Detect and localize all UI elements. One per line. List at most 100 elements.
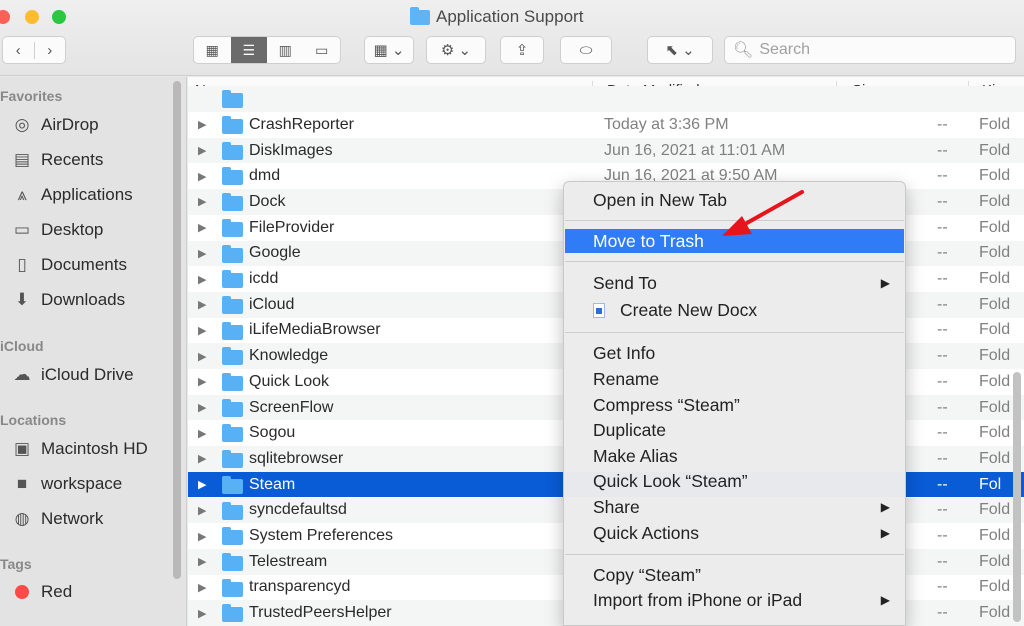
disclosure-triangle-icon[interactable]: ▶ xyxy=(198,555,206,568)
sidebar-tag-red[interactable]: Red xyxy=(10,582,72,602)
sidebar-section-locations: Locations xyxy=(0,412,67,428)
action-gear-button[interactable]: ⚙ ⌄ xyxy=(426,36,486,64)
list-view-button[interactable]: ☰ xyxy=(230,37,267,63)
disclosure-triangle-icon[interactable]: ▶ xyxy=(198,452,206,465)
sidebar-item-macintosh-hd[interactable]: ▣ Macintosh HD xyxy=(10,438,148,460)
sidebar-item-network[interactable]: ◍ Network xyxy=(10,508,104,530)
disclosure-triangle-icon[interactable]: ▶ xyxy=(198,504,206,517)
menu-item-import-from-iphone[interactable]: Import from iPhone or iPad ▶ xyxy=(565,588,904,612)
file-size: -- xyxy=(937,295,948,313)
docx-file-icon xyxy=(593,302,605,318)
sidebar-item-documents[interactable]: ▯ Documents xyxy=(10,254,127,276)
applications-icon: ⩓ xyxy=(17,185,27,204)
folder-icon xyxy=(222,501,243,520)
table-row[interactable]: ▶ DiskImages Jun 16, 2021 at 11:01 AM -- Fol… xyxy=(188,137,1024,164)
zoom-window-button[interactable] xyxy=(52,10,66,24)
file-name: Telestream xyxy=(249,552,328,570)
sidebar-item-applications[interactable]: ⩓ Applications xyxy=(10,184,132,206)
folder-icon xyxy=(222,218,243,237)
menu-item-label: Rename xyxy=(593,368,660,389)
disclosure-triangle-icon[interactable]: ▶ xyxy=(198,401,206,414)
window-toolbar: Application Support ‹ › ▦ ☰ ▥ ▭ ▦ ⌄ ⚙ ⌄ … xyxy=(0,0,1024,76)
sidebar-item-icloud-drive[interactable]: ☁ iCloud Drive xyxy=(10,364,134,386)
airdrop-icon: ◎ xyxy=(14,115,30,134)
file-size: -- xyxy=(937,527,948,545)
menu-item-move-to-trash[interactable]: Move to Trash xyxy=(565,229,904,253)
disclosure-triangle-icon[interactable]: ▶ xyxy=(198,607,206,620)
table-row[interactable]: ▶ CrashReporter Today at 3:36 PM -- Fold xyxy=(188,112,1024,138)
disclosure-triangle-icon[interactable]: ▶ xyxy=(198,273,206,286)
group-by-button[interactable]: ▦ ⌄ xyxy=(364,36,414,64)
menu-item-quick-look[interactable]: Quick Look “Steam” xyxy=(565,469,904,493)
close-window-button[interactable] xyxy=(0,10,10,24)
menu-item-label: Send To xyxy=(593,272,657,293)
menu-item-make-alias[interactable]: Make Alias xyxy=(565,444,904,468)
back-forward-group: ‹ › xyxy=(2,36,66,64)
sidebar-scrollbar[interactable] xyxy=(173,81,181,579)
cloud-icon: ☁ xyxy=(13,365,31,384)
file-size: -- xyxy=(937,501,948,519)
menu-item-rename[interactable]: Rename xyxy=(565,367,904,391)
disclosure-triangle-icon[interactable]: ▶ xyxy=(198,170,206,183)
edit-tags-button[interactable]: ⬭ xyxy=(560,36,612,64)
file-size: -- xyxy=(937,347,948,365)
search-input[interactable] xyxy=(759,41,1000,59)
folder-icon xyxy=(222,193,243,212)
quick-actions-button[interactable]: ⬉ ⌄ xyxy=(647,36,713,64)
menu-item-copy[interactable]: Copy “Steam” xyxy=(565,563,904,587)
disclosure-triangle-icon[interactable]: ▶ xyxy=(198,530,206,543)
back-button[interactable]: ‹ xyxy=(3,41,35,59)
sidebar-item-recents[interactable]: ▤ Recents xyxy=(10,149,103,171)
file-size: -- xyxy=(937,115,948,133)
share-button[interactable]: ⇪ xyxy=(500,36,544,64)
sidebar-item-workspace[interactable]: ■ workspace xyxy=(10,473,122,495)
file-size: -- xyxy=(937,449,948,467)
menu-item-send-to[interactable]: Send To ▶ xyxy=(565,271,904,295)
menu-item-compress[interactable]: Compress “Steam” xyxy=(565,393,904,417)
disclosure-triangle-icon[interactable]: ▶ xyxy=(198,298,206,311)
file-name: Steam xyxy=(249,475,296,493)
network-icon: ◍ xyxy=(14,509,30,528)
menu-item-share[interactable]: Share ▶ xyxy=(565,495,904,519)
menu-item-duplicate[interactable]: Duplicate xyxy=(565,418,904,442)
icon-view-button[interactable]: ▦ xyxy=(194,37,231,63)
table-row[interactable] xyxy=(188,86,1024,112)
disclosure-triangle-icon[interactable]: ▶ xyxy=(198,478,206,491)
menu-item-get-info[interactable]: Get Info xyxy=(565,341,904,365)
menu-item-create-new-docx[interactable]: Create New Docx xyxy=(565,298,904,322)
file-kind: Fold xyxy=(979,578,1011,596)
file-kind: Fold xyxy=(979,398,1011,416)
recents-icon: ▤ xyxy=(13,150,31,169)
sidebar-item-airdrop[interactable]: ◎ AirDrop xyxy=(10,114,99,136)
forward-button[interactable]: › xyxy=(35,42,66,59)
menu-item-label: Import from iPhone or iPad xyxy=(593,589,803,610)
folder-icon xyxy=(222,424,243,443)
menu-item-open-new-tab[interactable]: Open in New Tab xyxy=(565,188,904,212)
sidebar-item-label: Network xyxy=(41,509,104,528)
disclosure-triangle-icon[interactable]: ▶ xyxy=(198,221,206,234)
disclosure-triangle-icon[interactable]: ▶ xyxy=(198,247,206,260)
disclosure-triangle-icon[interactable]: ▶ xyxy=(198,350,206,363)
minimize-window-button[interactable] xyxy=(25,10,39,24)
disclosure-triangle-icon[interactable]: ▶ xyxy=(198,118,206,131)
disclosure-triangle-icon[interactable]: ▶ xyxy=(198,195,206,208)
file-size: -- xyxy=(937,424,948,442)
disclosure-triangle-icon[interactable]: ▶ xyxy=(198,324,206,337)
sidebar-item-label: Downloads xyxy=(41,290,126,309)
file-list-scrollbar[interactable] xyxy=(1013,372,1021,622)
gallery-view-button[interactable]: ▭ xyxy=(304,37,341,63)
menu-item-quick-actions[interactable]: Quick Actions ▶ xyxy=(565,521,904,545)
disclosure-triangle-icon[interactable]: ▶ xyxy=(198,581,206,594)
sidebar-item-label: iCloud Drive xyxy=(41,365,134,384)
disclosure-triangle-icon[interactable]: ▶ xyxy=(198,144,206,157)
sidebar-item-desktop[interactable]: ▭ Desktop xyxy=(10,219,103,241)
sidebar-item-downloads[interactable]: ⬇ Downloads xyxy=(10,289,125,311)
column-view-button[interactable]: ▥ xyxy=(267,37,304,63)
disclosure-triangle-icon[interactable]: ▶ xyxy=(198,375,206,388)
tag-color-dot xyxy=(15,585,29,599)
search-field[interactable]: 🔍︎ xyxy=(724,36,1016,64)
sidebar-item-label: Documents xyxy=(41,255,127,274)
disclosure-triangle-icon[interactable]: ▶ xyxy=(198,427,206,440)
file-name: iLifeMediaBrowser xyxy=(249,321,381,339)
file-size: -- xyxy=(937,552,948,570)
